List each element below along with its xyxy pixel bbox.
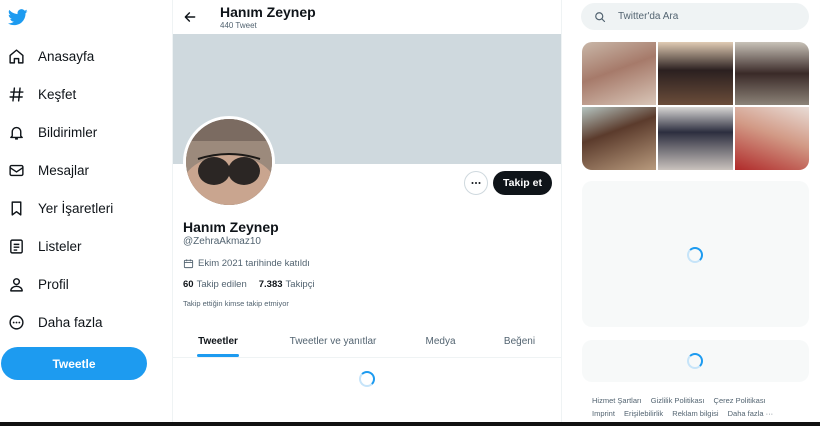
tweet-button[interactable]: Tweetle [1,347,147,380]
footer-link[interactable]: Imprint [592,409,615,418]
follow-stats: 60 Takip edilen 7.383 Takipçi [183,279,327,290]
nav-messages[interactable]: Mesajlar [8,155,89,185]
avatar-photo [186,119,272,205]
media-thumbnail[interactable] [734,42,809,105]
following-count: 60 [183,279,194,290]
footer-link[interactable]: Gizlilik Politikası [651,396,705,405]
profile-tabs: Tweetler Tweetler ve yanıtlar Medya Beğe… [173,324,561,358]
loading-spinner-icon [687,247,703,263]
sidebar: Anasayfa Keşfet Bildirimler Mesajlar Yer… [0,0,172,426]
followers-count: 7.383 [258,279,283,290]
footer-link[interactable]: Hizmet Şartları [592,396,642,405]
search-input[interactable]: Twitter'da Ara [581,3,809,30]
list-icon [10,238,23,254]
profile-header-bar: Hanım Zeynep 440 Tweet [173,0,561,34]
ellipsis-icon [471,182,481,184]
nav-notifications[interactable]: Bildirimler [8,117,97,147]
tab-media[interactable]: Medya [403,324,478,358]
follow-button[interactable]: Takip et [493,171,552,195]
nav-label: Bildirimler [38,124,98,140]
person-icon [10,277,23,292]
followers-link[interactable]: 7.383 Takipçi [259,279,315,290]
header-name: Hanım Zeynep [220,4,316,20]
hashtag-icon [9,86,24,102]
envelope-icon [9,164,24,176]
tab-tweets[interactable]: Tweetler [173,324,263,358]
nav-explore[interactable]: Keşfet [8,79,76,109]
following-label: Takip edilen [196,279,247,290]
media-grid [582,42,809,170]
nav-home[interactable]: Anasayfa [8,41,94,71]
loading-spinner-icon [687,353,703,369]
nav-label: Listeler [38,238,82,254]
joined-date: Ekim 2021 tarihinde katıldı [183,258,310,269]
media-thumbnail[interactable] [582,42,657,105]
nav-label: Profil [38,276,69,292]
nav-label: Daha fazla [38,314,103,330]
search-placeholder: Twitter'da Ara [618,11,679,22]
profile-name: Hanım Zeynep [183,219,279,235]
loading-spinner-icon [359,371,375,387]
joined-text: Ekim 2021 tarihinde katıldı [198,258,310,269]
calendar-icon [183,259,194,269]
profile-handle: @ZehraAkmaz10 [183,236,261,247]
who-to-follow-card [582,181,809,327]
nav-bookmarks[interactable]: Yer İşaretleri [8,193,113,223]
nav-profile[interactable]: Profil [8,269,69,299]
search-icon [595,11,606,22]
footer-link[interactable]: Çerez Politikası [714,396,766,405]
back-arrow-icon[interactable] [183,10,197,24]
footer-link[interactable]: Erişilebilirlik [624,409,663,418]
window-bottom-edge [0,422,820,426]
profile-avatar[interactable] [183,116,275,208]
nav-label: Mesajlar [38,162,90,178]
footer-link[interactable]: Reklam bilgisi [672,409,718,418]
bell-icon [10,126,23,140]
followed-by-note: Takip ettiğin kimse takip etmiyor [183,299,289,308]
nav-more[interactable]: Daha fazla [8,307,103,337]
more-options-button[interactable] [464,171,488,195]
profile-column: Hanım Zeynep 440 Tweet Takip et Hanım Ze… [172,0,562,426]
nav-label: Yer İşaretleri [38,200,114,216]
media-thumbnail[interactable] [658,107,733,170]
twitter-bird-icon[interactable] [8,9,28,26]
active-tab-indicator [197,354,239,357]
footer-links: Hizmet Şartları Gizlilik Politikası Çere… [592,394,802,420]
home-icon [9,48,24,64]
bookmark-icon [11,200,22,216]
more-circle-icon [9,314,24,330]
footer-link[interactable]: Daha fazla ··· [728,409,773,418]
trends-card [582,340,809,382]
media-thumbnail[interactable] [658,42,733,105]
right-sidebar: Twitter'da Ara Hizmet Şartları Gizlilik … [562,0,820,426]
nav-label: Anasayfa [38,48,95,64]
followers-label: Takipçi [285,279,315,290]
tab-likes[interactable]: Beğeni [478,324,561,358]
nav-lists[interactable]: Listeler [8,231,82,261]
media-thumbnail[interactable] [582,107,657,170]
media-thumbnail[interactable] [734,107,809,170]
header-tweet-count: 440 Tweet [220,21,257,30]
nav-label: Keşfet [38,86,77,102]
following-link[interactable]: 60 Takip edilen [183,279,247,290]
tab-tweets-and-replies[interactable]: Tweetler ve yanıtlar [263,324,403,358]
